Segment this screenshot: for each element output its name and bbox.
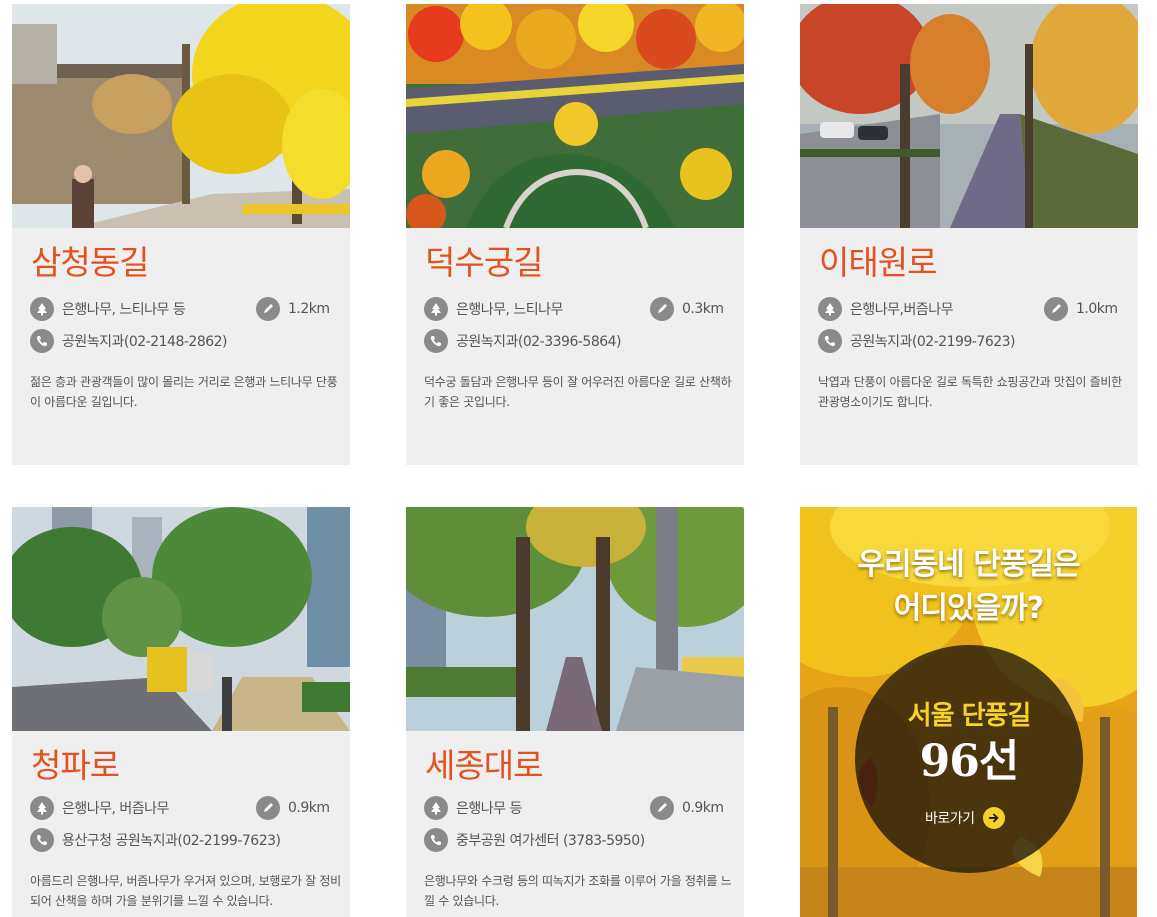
- course-description: 젊은 층과 관광객들이 많이 몰리는 거리로 은행과 느티나무 단풍이 아름다운…: [30, 375, 338, 409]
- tree-species: 은행나무, 느티나무 등: [62, 302, 186, 318]
- tree-icon: [30, 297, 54, 321]
- course-description: 아름드리 은행나무, 버즘나무가 우거져 있으며, 보행로가 잘 정비되어 산책…: [30, 874, 341, 908]
- contact-info: 용산구청 공원녹지과(02-2199-7623): [62, 833, 281, 849]
- contact-row: 공원녹지과(02-2148-2862): [30, 328, 228, 354]
- course-card-deoksugung[interactable]: 덕수궁길 은행나무, 느티나무 0.3km 공원녹지과(02-3396-5864…: [406, 4, 744, 465]
- tree-species: 은행나무, 느티나무: [456, 302, 563, 318]
- phone-icon: [424, 329, 448, 353]
- promo-headline-line1: 우리동네 단풍길은: [857, 547, 1080, 582]
- phone-icon: [424, 828, 448, 852]
- phone-icon: [30, 828, 54, 852]
- promo-count: 96선: [919, 736, 1020, 787]
- course-title[interactable]: 이태원로: [819, 240, 937, 286]
- distance-row: 0.9km: [650, 795, 724, 821]
- tree-icon: [30, 796, 54, 820]
- promo-banner-autumn-roads[interactable]: 우리동네 단풍길은 어디있을까? 서울 단풍길 96선 바로가기: [800, 507, 1137, 917]
- go-link[interactable]: 바로가기: [925, 807, 1005, 829]
- photo-itaewon: [800, 4, 1138, 228]
- distance-row: 0.9km: [256, 795, 330, 821]
- photo-cheongpa: [12, 507, 350, 731]
- course-card-itaewon[interactable]: 이태원로 은행나무,버즘나무 1.0km 공원녹지과(02-2199-7623)…: [800, 4, 1138, 465]
- distance-value: 0.3km: [682, 301, 724, 317]
- course-description: 은행나무와 수크렁 등의 띠녹지가 조화를 이루어 가을 정취를 느낄 수 있습…: [424, 874, 732, 908]
- course-card-samcheong[interactable]: 삼청동길 은행나무, 느티나무 등 1.2km 공원녹지과(02-2148-28…: [12, 4, 350, 465]
- tree-species: 은행나무 등: [456, 801, 522, 817]
- tree-species-row: 은행나무 등: [424, 795, 522, 821]
- course-photo[interactable]: [12, 507, 350, 731]
- pencil-icon: [650, 297, 674, 321]
- distance-value: 1.0km: [1076, 301, 1118, 317]
- tree-icon: [818, 297, 842, 321]
- pencil-icon: [1044, 297, 1068, 321]
- photo-deoksugung: [406, 4, 744, 228]
- course-title[interactable]: 삼청동길: [31, 240, 149, 286]
- tree-species-row: 은행나무, 버즘나무: [30, 795, 169, 821]
- contact-info: 공원녹지과(02-3396-5864): [456, 334, 622, 350]
- tree-species-row: 은행나무, 느티나무: [424, 296, 563, 322]
- tree-species-row: 은행나무, 느티나무 등: [30, 296, 186, 322]
- distance-value: 0.9km: [682, 800, 724, 816]
- tree-species: 은행나무, 버즘나무: [62, 801, 169, 817]
- pencil-icon: [650, 796, 674, 820]
- promo-circle[interactable]: 서울 단풍길 96선 바로가기: [855, 645, 1083, 873]
- course-photo[interactable]: [406, 4, 744, 228]
- pencil-icon: [256, 297, 280, 321]
- photo-sejong: [406, 507, 744, 731]
- contact-row: 중부공원 여가센터 (3783-5950): [424, 827, 645, 853]
- course-title[interactable]: 세종대로: [425, 743, 543, 789]
- course-photo[interactable]: [12, 4, 350, 228]
- course-photo[interactable]: [406, 507, 744, 731]
- contact-info: 공원녹지과(02-2148-2862): [62, 334, 228, 350]
- tree-species-row: 은행나무,버즘나무: [818, 296, 954, 322]
- photo-samcheong: [12, 4, 350, 228]
- tree-icon: [424, 297, 448, 321]
- course-description: 낙엽과 단풍이 아름다운 길로 독특한 쇼핑공간과 맛집이 즐비한 관광명소이기…: [818, 375, 1122, 409]
- distance-row: 1.2km: [256, 296, 330, 322]
- phone-icon: [818, 329, 842, 353]
- tree-species: 은행나무,버즘나무: [850, 302, 954, 318]
- course-photo[interactable]: [800, 4, 1138, 228]
- promo-headline-line2: 어디있을까?: [893, 591, 1044, 626]
- distance-row: 1.0km: [1044, 296, 1118, 322]
- go-link-label: 바로가기: [925, 811, 975, 827]
- distance-value: 0.9km: [288, 800, 330, 816]
- contact-info: 공원녹지과(02-2199-7623): [850, 334, 1016, 350]
- distance-value: 1.2km: [288, 301, 330, 317]
- course-description: 덕수궁 돌담과 은행나무 등이 잘 어우러진 아름다운 길로 산책하기 좋은 곳…: [424, 375, 732, 409]
- course-card-sejong[interactable]: 세종대로 은행나무 등 0.9km 중부공원 여가센터 (3783-5950) …: [406, 507, 744, 917]
- distance-row: 0.3km: [650, 296, 724, 322]
- contact-row: 용산구청 공원녹지과(02-2199-7623): [30, 827, 281, 853]
- course-title[interactable]: 청파로: [31, 743, 120, 789]
- phone-icon: [30, 329, 54, 353]
- contact-row: 공원녹지과(02-2199-7623): [818, 328, 1016, 354]
- pencil-icon: [256, 796, 280, 820]
- course-title[interactable]: 덕수궁길: [425, 240, 543, 286]
- contact-row: 공원녹지과(02-3396-5864): [424, 328, 622, 354]
- tree-icon: [424, 796, 448, 820]
- arrow-right-icon: [982, 807, 1005, 829]
- contact-info: 중부공원 여가센터 (3783-5950): [456, 833, 645, 849]
- course-card-cheongpa[interactable]: 청파로 은행나무, 버즘나무 0.9km 용산구청 공원녹지과(02-2199-…: [12, 507, 350, 917]
